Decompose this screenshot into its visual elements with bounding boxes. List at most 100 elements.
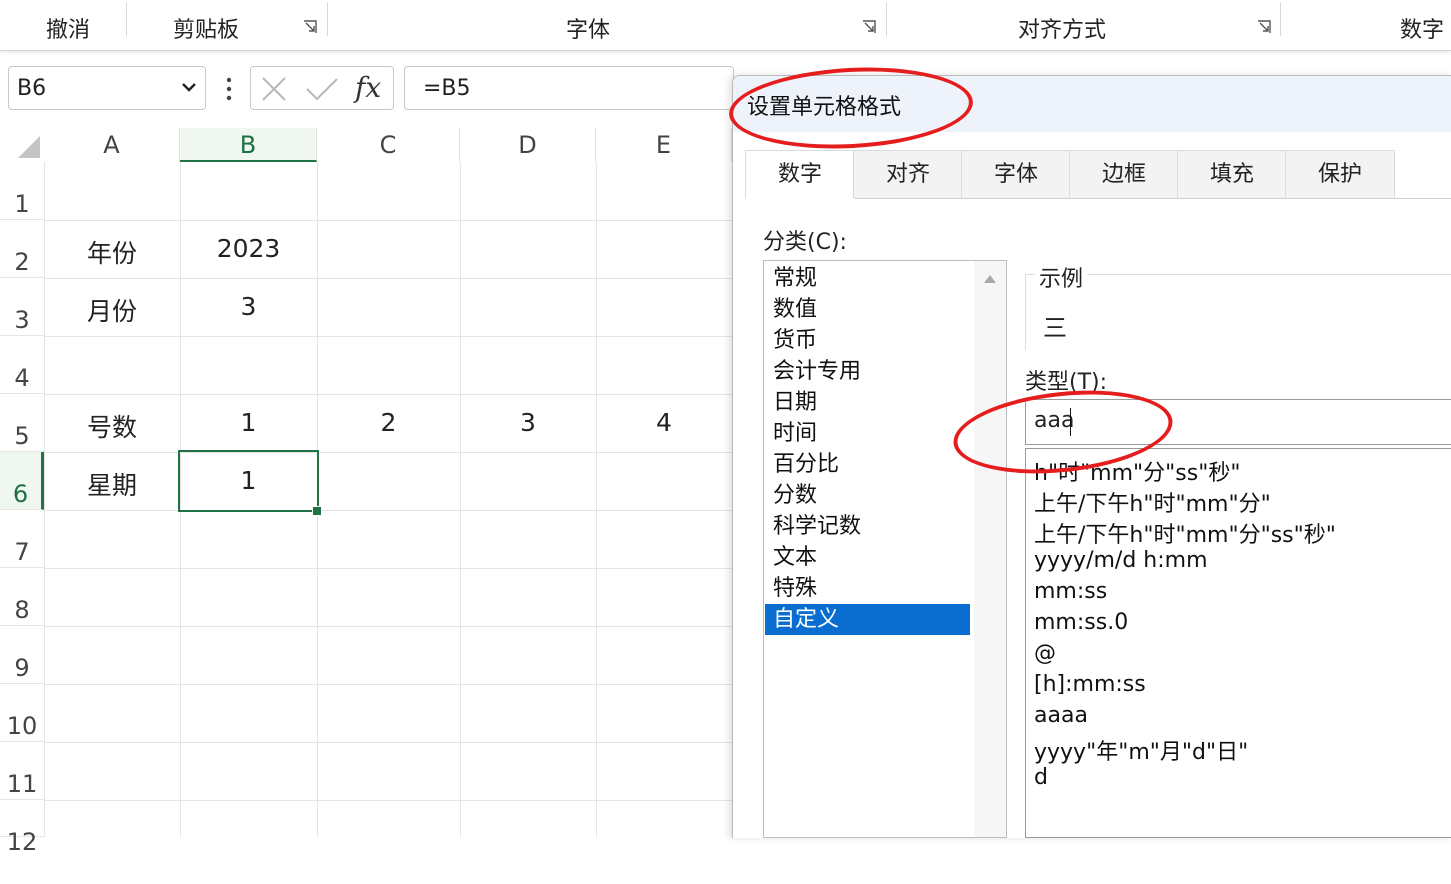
format-item[interactable]: d: [1034, 765, 1048, 790]
scroll-up-arrow-icon[interactable]: [984, 275, 996, 283]
cell-b5[interactable]: 1: [180, 408, 317, 437]
cell-d5[interactable]: 3: [460, 408, 596, 437]
tab-protection[interactable]: 保护: [1285, 150, 1395, 198]
grid-line: [44, 278, 732, 279]
column-header-d[interactable]: D: [460, 128, 596, 162]
format-item[interactable]: @: [1034, 641, 1056, 666]
category-item[interactable]: 时间: [765, 418, 970, 449]
grid-line: [44, 452, 732, 453]
tab-number[interactable]: 数字: [745, 150, 855, 199]
format-item[interactable]: yyyy/m/d h:mm: [1034, 548, 1208, 573]
row-header-11[interactable]: 11: [0, 742, 44, 800]
cell-b3[interactable]: 3: [180, 292, 317, 321]
tab-alignment[interactable]: 对齐: [853, 150, 963, 198]
row-header-2[interactable]: 2: [0, 220, 44, 278]
name-box-value: B6: [17, 76, 47, 101]
ribbon-group-undo[interactable]: 撤消: [0, 0, 126, 50]
category-item[interactable]: 分数: [765, 480, 970, 511]
row-header-3[interactable]: 3: [0, 278, 44, 336]
column-header-b[interactable]: B: [180, 128, 317, 162]
cell-a6[interactable]: 星期: [44, 466, 180, 502]
tab-fill[interactable]: 填充: [1177, 150, 1287, 198]
row-header-9[interactable]: 9: [0, 626, 44, 684]
ribbon-group-alignment-label: 对齐方式: [1018, 18, 1107, 43]
category-item[interactable]: 特殊: [765, 573, 970, 604]
dialog-tabs: 数字 对齐 字体 边框 填充 保护: [745, 150, 1451, 199]
insert-function-button[interactable]: fx: [355, 71, 381, 104]
format-item[interactable]: [h]:mm:ss: [1034, 672, 1146, 697]
category-item[interactable]: 会计专用: [765, 356, 970, 387]
ribbon-group-clipboard[interactable]: 剪贴板: [127, 0, 327, 50]
cell-a3[interactable]: 月份: [44, 292, 180, 328]
dialog-launcher-icon[interactable]: [1257, 20, 1271, 34]
formula-buttons: fx: [250, 66, 394, 110]
grid-line: [44, 336, 732, 337]
category-item[interactable]: 数值: [765, 294, 970, 325]
grid-line: [44, 742, 732, 743]
format-item[interactable]: aaaa: [1034, 703, 1088, 728]
category-item[interactable]: 常规: [765, 263, 970, 294]
category-item[interactable]: 日期: [765, 387, 970, 418]
row-header-10[interactable]: 10: [0, 684, 44, 742]
grid-line: [44, 684, 732, 685]
ribbon-group-font-label: 字体: [566, 18, 611, 43]
category-item[interactable]: 货币: [765, 325, 970, 356]
ribbon-group-number-label: 数字: [1400, 18, 1445, 43]
more-options-icon[interactable]: [222, 74, 236, 104]
cell-a5[interactable]: 号数: [44, 408, 180, 444]
formula-input-value: =B5: [423, 76, 471, 101]
ribbon-group-clipboard-label: 剪贴板: [173, 18, 240, 43]
name-box[interactable]: B6: [8, 66, 206, 110]
formula-input[interactable]: =B5: [404, 66, 734, 110]
category-item[interactable]: 文本: [765, 542, 970, 573]
category-label: 分类(C):: [763, 230, 847, 255]
column-header-e[interactable]: E: [596, 128, 732, 162]
format-item[interactable]: mm:ss: [1034, 579, 1107, 604]
row-header-6[interactable]: 6: [0, 452, 44, 510]
ribbon-group-undo-label: 撤消: [46, 18, 91, 43]
ribbon-group-font[interactable]: 字体: [328, 0, 886, 50]
format-list[interactable]: h"时"mm"分"ss"秒" 上午/下午h"时"mm"分" 上午/下午h"时"m…: [1025, 448, 1451, 838]
tab-border[interactable]: 边框: [1069, 150, 1179, 198]
cell-e5[interactable]: 4: [596, 408, 732, 437]
grid-line: [44, 568, 732, 569]
grid-line: [596, 162, 597, 837]
ribbon-group-alignment[interactable]: 对齐方式: [887, 0, 1280, 50]
tab-font[interactable]: 字体: [961, 150, 1071, 198]
category-item[interactable]: 百分比: [765, 449, 970, 480]
fill-handle[interactable]: [312, 506, 322, 516]
row-header-7[interactable]: 7: [0, 510, 44, 568]
row-header-12[interactable]: 12: [0, 800, 44, 856]
column-header-c[interactable]: C: [317, 128, 460, 162]
format-item[interactable]: yyyy"年"m"月"d"日": [1034, 734, 1248, 766]
column-header-a[interactable]: A: [44, 128, 180, 162]
dialog-launcher-icon[interactable]: [862, 20, 876, 34]
row-header-1[interactable]: 1: [0, 162, 44, 220]
enter-check-icon[interactable]: [305, 77, 339, 101]
category-list[interactable]: 常规 数值 货币 会计专用 日期 时间 百分比 分数 科学记数 文本 特殊 自定…: [763, 260, 1007, 838]
chevron-down-icon[interactable]: [181, 81, 197, 93]
row-header-4[interactable]: 4: [0, 336, 44, 394]
select-all-corner[interactable]: [0, 128, 44, 162]
cell-b2[interactable]: 2023: [180, 234, 317, 263]
selected-cell-border: [178, 450, 319, 512]
sample-label: 示例: [1035, 261, 1088, 293]
row-header-5[interactable]: 5: [0, 394, 44, 452]
grid-line: [44, 510, 732, 511]
dialog-launcher-icon[interactable]: [303, 20, 317, 34]
row-header-8[interactable]: 8: [0, 568, 44, 626]
category-item-selected[interactable]: 自定义: [765, 604, 970, 635]
format-item[interactable]: 上午/下午h"时"mm"分": [1034, 486, 1271, 518]
sample-value: 三: [1043, 314, 1067, 342]
format-item[interactable]: mm:ss.0: [1034, 610, 1128, 635]
category-scrollbar[interactable]: [974, 261, 1006, 837]
cell-c5[interactable]: 2: [317, 408, 460, 437]
grid-line: [44, 626, 732, 627]
grid-line: [44, 800, 732, 801]
cancel-icon[interactable]: [261, 77, 287, 101]
category-item[interactable]: 科学记数: [765, 511, 970, 542]
grid-line: [460, 162, 461, 837]
ribbon-group-number[interactable]: 数字: [1281, 0, 1451, 50]
cell-a2[interactable]: 年份: [44, 234, 180, 270]
format-item[interactable]: 上午/下午h"时"mm"分"ss"秒": [1034, 517, 1336, 549]
